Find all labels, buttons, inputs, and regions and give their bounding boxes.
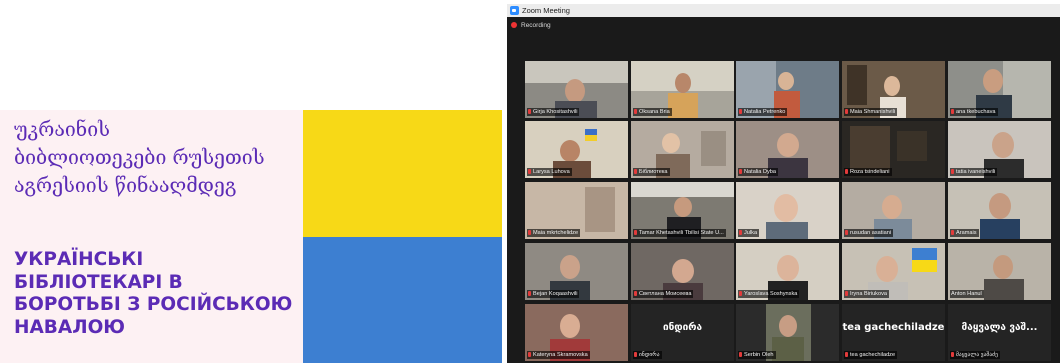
participant-tile[interactable]: Julka [736, 182, 839, 239]
participant-name: მაყვალა ვაშაძე [950, 351, 1000, 359]
mic-muted-icon [739, 352, 742, 357]
ukrainian-title-line: БОРОТЬБІ З РОСІЙСЬКОЮ [14, 294, 293, 315]
participant-tile[interactable]: Yaroslava Soshynska [736, 243, 839, 300]
mic-muted-icon [528, 230, 531, 235]
participant-tile[interactable]: ana tkebuchava [948, 61, 1051, 118]
participant-tile[interactable]: Natalia Dyba [736, 121, 839, 178]
participant-name: Светлана Моисеева [633, 290, 694, 298]
mic-muted-icon [528, 352, 531, 357]
mic-muted-icon [528, 169, 531, 174]
participant-name: Serbin Oleh [738, 351, 776, 359]
gallery-view: Girja Khositashvili Oksana Bria Natalia … [525, 61, 1051, 363]
participant-tile[interactable]: Kateryna Skramovska [525, 304, 628, 361]
ukrainian-title: УКРАЇНСЬКІ БІБЛІОТЕКАРІ В БОРОТЬБІ З РОС… [14, 249, 292, 339]
participant-tile[interactable]: Serbin Oleh [736, 304, 839, 361]
participant-tile[interactable]: Iryna Biriukova [842, 243, 945, 300]
participant-name: Anton Hanul [950, 290, 984, 298]
participant-name: Natalia Dyba [738, 168, 779, 176]
mic-muted-icon [634, 291, 637, 296]
ukraine-flag-blue-band [303, 237, 502, 363]
participant-name: tatia ivaneishvili [950, 168, 998, 176]
participant-tile[interactable]: Bejan Koqaashvili [525, 243, 628, 300]
participant-name: Bejan Koqaashvili [527, 290, 580, 298]
participant-tile[interactable]: ინდირა ინდირა [631, 304, 734, 361]
mic-muted-icon [634, 230, 637, 235]
participant-tile[interactable]: Girja Khositashvili [525, 61, 628, 118]
ukrainian-title-line: УКРАЇНСЬКІ [14, 249, 144, 270]
mic-muted-icon [951, 352, 954, 357]
participant-name: Maia Shmanishvili [844, 108, 898, 116]
participant-display-name: ინდირა [662, 322, 703, 333]
participant-name: Natalia Petrenko [738, 108, 788, 116]
participant-tile[interactable]: tea gachechiladze tea gachechiladze [842, 304, 945, 361]
mic-muted-icon [739, 291, 742, 296]
participant-name: Oksana Bria [633, 108, 672, 116]
participant-name: Біблиотека [633, 168, 670, 176]
mic-muted-icon [951, 169, 954, 174]
participant-name: Kateryna Skramovska [527, 351, 590, 359]
participant-name: ინდირა [633, 351, 662, 359]
mic-muted-icon [634, 352, 637, 357]
participant-name: ana tkebuchava [950, 108, 998, 116]
recording-icon [511, 22, 517, 28]
mic-muted-icon [951, 230, 954, 235]
participant-name: Tamar Khetashvili Tbilisi State U... [633, 229, 726, 237]
mic-muted-icon [845, 169, 848, 174]
participant-tile[interactable]: Anton Hanul [948, 243, 1051, 300]
participant-name: tea gachechiladze [844, 351, 898, 359]
ukrainian-title-line: НАВАЛОЮ [14, 316, 126, 338]
participant-name: Maia mkrtchelidze [527, 229, 581, 237]
mic-muted-icon [634, 169, 637, 174]
participant-tile[interactable]: Светлана Моисеева [631, 243, 734, 300]
recording-label: Recording [521, 22, 551, 29]
participant-name: Larysa Luhova [527, 168, 572, 176]
mic-muted-icon [739, 230, 742, 235]
mic-muted-icon [528, 291, 531, 296]
participant-name: Roza tsindeliani [844, 168, 892, 176]
window-titlebar[interactable]: Zoom Meeting [507, 4, 1060, 17]
participant-name: Yaroslava Soshynska [738, 290, 800, 298]
mic-muted-icon [739, 169, 742, 174]
georgian-title-line: ბიბლიოთეკები რუსეთის [14, 146, 265, 169]
georgian-title-line: აგრესიის წინააღმდეგ [14, 174, 237, 197]
mic-muted-icon [845, 291, 848, 296]
zoom-meeting-window: Zoom Meeting Recording Girja Khositashvi… [507, 4, 1060, 363]
participant-tile[interactable]: tatia ivaneishvili [948, 121, 1051, 178]
participant-tile[interactable]: Oksana Bria [631, 61, 734, 118]
participant-name: Iryna Biriukova [844, 290, 889, 298]
participant-tile[interactable]: Roza tsindeliani [842, 121, 945, 178]
participant-name: rusudan asatiani [844, 229, 894, 237]
georgian-title: უკრაინის ბიბლიოთეკები რუსეთის აგრესიის წ… [14, 116, 314, 200]
participant-tile[interactable]: Maia mkrtchelidze [525, 182, 628, 239]
participant-tile[interactable]: Біблиотека [631, 121, 734, 178]
mic-muted-icon [845, 230, 848, 235]
participant-display-name: მაყვალა ვაშ... [961, 322, 1038, 333]
mic-muted-icon [951, 109, 954, 114]
mic-muted-icon [528, 109, 531, 114]
window-title: Zoom Meeting [522, 6, 570, 15]
zoom-app-icon [510, 6, 519, 15]
participant-name: Girja Khositashvili [527, 108, 580, 116]
participant-tile[interactable]: Tamar Khetashvili Tbilisi State U... [631, 182, 734, 239]
mic-muted-icon [634, 109, 637, 114]
georgian-title-line: უკრაინის [14, 118, 110, 141]
mic-muted-icon [845, 109, 848, 114]
mic-muted-icon [739, 109, 742, 114]
ukrainian-title-line: БІБЛІОТЕКАРІ В [14, 271, 183, 293]
participant-tile[interactable]: Larysa Luhova [525, 121, 628, 178]
participant-tile[interactable]: Aramais [948, 182, 1051, 239]
mic-muted-icon [845, 352, 848, 357]
participant-tile[interactable]: მაყვალა ვაშ... მაყვალა ვაშაძე [948, 304, 1051, 361]
participant-name: Aramais [950, 229, 979, 237]
ukraine-flag-yellow-band [303, 110, 502, 237]
participant-name: Julka [738, 229, 760, 237]
participant-tile[interactable]: Maia Shmanishvili [842, 61, 945, 118]
participant-tile[interactable]: Natalia Petrenko [736, 61, 839, 118]
recording-indicator[interactable]: Recording [511, 22, 551, 29]
participant-tile[interactable]: rusudan asatiani [842, 182, 945, 239]
participant-display-name: tea gachechiladze [842, 322, 945, 333]
